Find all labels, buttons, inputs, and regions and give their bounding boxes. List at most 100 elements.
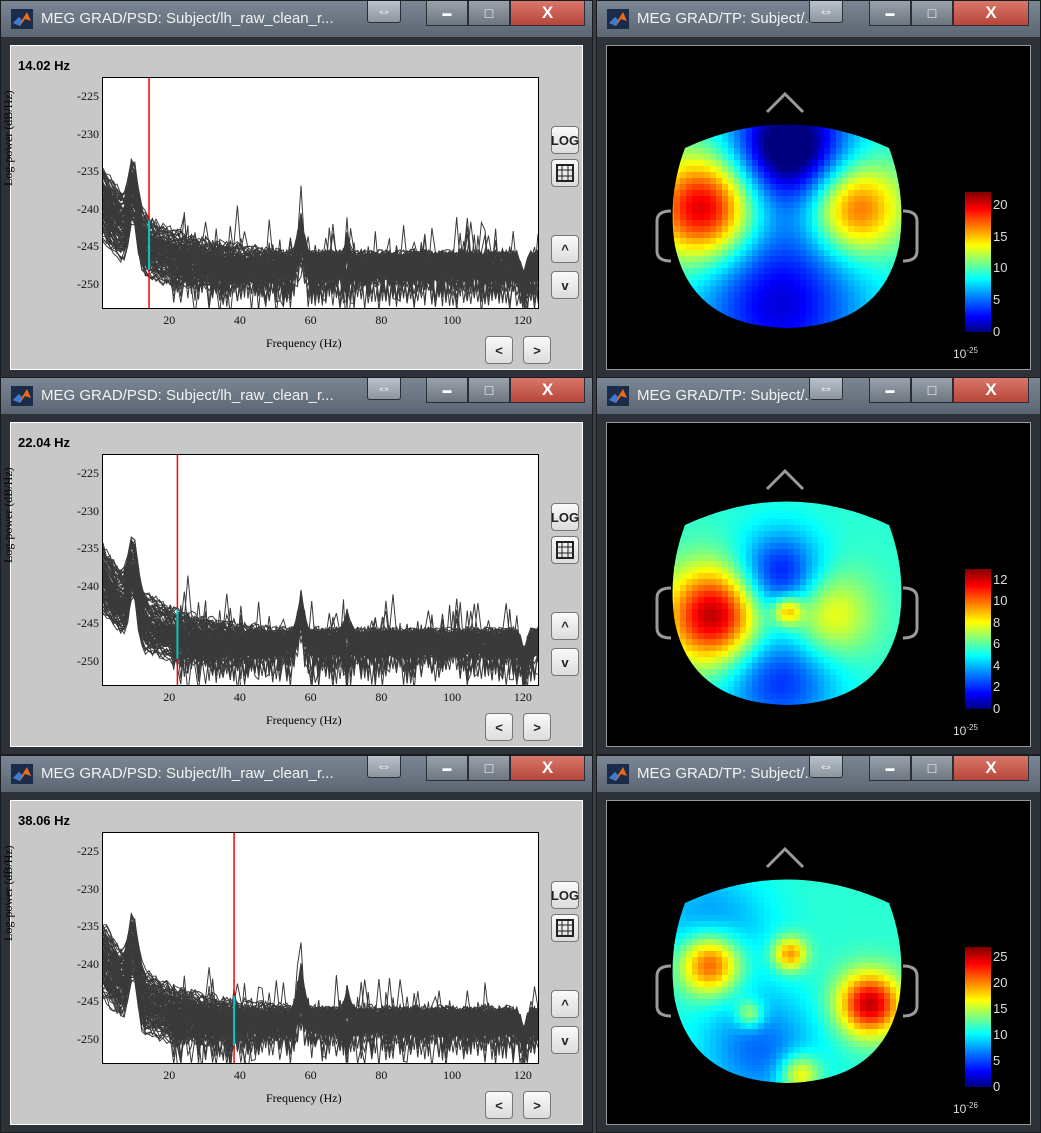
matlab-logo-icon — [607, 9, 629, 29]
grid-button[interactable] — [551, 536, 579, 564]
colorbar-tick: 5 — [993, 292, 1000, 307]
matlab-logo-icon — [607, 386, 629, 406]
close-button[interactable]: X — [953, 378, 1029, 403]
maximize-button[interactable]: □ — [911, 1, 953, 26]
psd-plot[interactable] — [102, 454, 539, 686]
dock-button[interactable]: ⇔ — [809, 378, 843, 400]
left-ear-outline — [657, 966, 671, 1016]
y-tick-label: -235 — [77, 164, 99, 179]
dock-button[interactable]: ⇔ — [367, 378, 401, 400]
topography-window: MEG GRAD/TP: Subject/... ⇔ ▬ □ X 2520151… — [596, 755, 1041, 1133]
dock-button[interactable]: ⇔ — [367, 756, 401, 778]
left-ear-outline — [657, 588, 671, 638]
close-button[interactable]: X — [510, 1, 585, 26]
scroll-up-button[interactable]: ^ — [551, 235, 579, 263]
close-button[interactable]: X — [953, 1, 1029, 26]
x-tick-label: 120 — [514, 313, 532, 328]
prev-frequency-button[interactable]: < — [485, 336, 513, 364]
grid-icon — [556, 164, 574, 182]
close-button[interactable]: X — [953, 756, 1029, 781]
log-button[interactable]: LOG — [551, 503, 579, 531]
psd-panel: 14.02 Hz Log-power (dB/Hz) -225-230-235-… — [10, 45, 583, 370]
prev-frequency-button[interactable]: < — [485, 713, 513, 741]
x-tick-label: 120 — [514, 1068, 532, 1083]
dock-button[interactable]: ⇔ — [809, 1, 843, 23]
colorbar — [965, 192, 991, 332]
colorbar-tick: 20 — [993, 975, 1007, 990]
nose-outline — [767, 471, 803, 489]
log-button[interactable]: LOG — [551, 126, 579, 154]
x-tick-label: 60 — [305, 690, 317, 705]
x-tick-label: 40 — [234, 690, 246, 705]
topography-map — [662, 861, 915, 1096]
psd-traces — [103, 78, 538, 308]
y-tick-label: -235 — [77, 541, 99, 556]
x-tick-label: 20 — [163, 690, 175, 705]
maximize-button[interactable]: □ — [911, 378, 953, 403]
scroll-down-button[interactable]: v — [551, 1026, 579, 1054]
x-axis-label: Frequency (Hz) — [266, 1091, 342, 1106]
minimize-button[interactable]: ▬ — [869, 378, 911, 403]
grid-button[interactable] — [551, 159, 579, 187]
dock-button[interactable]: ⇔ — [809, 756, 843, 778]
topography-window: MEG GRAD/TP: Subject/... ⇔ ▬ □ X 1210864… — [596, 377, 1041, 755]
close-button[interactable]: X — [510, 756, 585, 781]
scroll-down-button[interactable]: v — [551, 648, 579, 676]
minimize-button[interactable]: ▬ — [869, 1, 911, 26]
title-bar[interactable]: MEG GRAD/TP: Subject/... ⇔ ▬ □ X — [597, 378, 1040, 414]
next-frequency-button[interactable]: > — [523, 713, 551, 741]
topography-window: MEG GRAD/TP: Subject/... ⇔ ▬ □ X 2015105… — [596, 0, 1041, 378]
next-frequency-button[interactable]: > — [523, 1091, 551, 1119]
x-tick-label: 60 — [305, 1068, 317, 1083]
y-tick-label: -230 — [77, 504, 99, 519]
dock-button[interactable]: ⇔ — [367, 1, 401, 23]
psd-plot[interactable] — [102, 832, 539, 1064]
grid-button[interactable] — [551, 914, 579, 942]
topography-map — [662, 106, 915, 341]
colorbar-tick: 5 — [993, 1053, 1000, 1068]
maximize-button[interactable]: □ — [911, 756, 953, 781]
y-tick-label: -240 — [77, 202, 99, 217]
colorbar-tick: 15 — [993, 229, 1007, 244]
x-tick-label: 60 — [305, 313, 317, 328]
y-tick-label: -245 — [77, 616, 99, 631]
title-bar[interactable]: MEG GRAD/PSD: Subject/lh_raw_clean_r... … — [1, 378, 592, 414]
next-frequency-button[interactable]: > — [523, 336, 551, 364]
colorbar-tick: 0 — [993, 701, 1000, 716]
scroll-down-button[interactable]: v — [551, 271, 579, 299]
colorbar-tick: 20 — [993, 197, 1007, 212]
y-tick-label: -230 — [77, 127, 99, 142]
psd-plot[interactable] — [102, 77, 539, 309]
colorbar-tick: 0 — [993, 324, 1000, 339]
psd-window: MEG GRAD/PSD: Subject/lh_raw_clean_r... … — [0, 377, 593, 755]
maximize-button[interactable]: □ — [468, 1, 510, 26]
x-tick-label: 120 — [514, 690, 532, 705]
minimize-button[interactable]: ▬ — [426, 1, 468, 26]
title-bar[interactable]: MEG GRAD/PSD: Subject/lh_raw_clean_r... … — [1, 756, 592, 792]
left-ear-outline — [657, 211, 671, 261]
selected-frequency: 22.04 Hz — [18, 435, 70, 450]
title-bar[interactable]: MEG GRAD/TP: Subject/... ⇔ ▬ □ X — [597, 1, 1040, 37]
grid-icon — [556, 919, 574, 937]
minimize-button[interactable]: ▬ — [426, 756, 468, 781]
prev-frequency-button[interactable]: < — [485, 1091, 513, 1119]
colorbar-tick: 8 — [993, 615, 1000, 630]
topography-map — [662, 483, 915, 718]
colorbar-tick: 10 — [993, 593, 1007, 608]
minimize-button[interactable]: ▬ — [869, 756, 911, 781]
x-tick-label: 100 — [443, 1068, 461, 1083]
window-title: MEG GRAD/PSD: Subject/lh_raw_clean_r... — [41, 765, 334, 782]
close-button[interactable]: X — [510, 378, 585, 403]
x-tick-label: 80 — [375, 313, 387, 328]
minimize-button[interactable]: ▬ — [426, 378, 468, 403]
nose-outline — [767, 849, 803, 867]
title-bar[interactable]: MEG GRAD/PSD: Subject/lh_raw_clean_r... … — [1, 1, 592, 37]
maximize-button[interactable]: □ — [468, 378, 510, 403]
scroll-up-button[interactable]: ^ — [551, 612, 579, 640]
title-bar[interactable]: MEG GRAD/TP: Subject/... ⇔ ▬ □ X — [597, 756, 1040, 792]
y-axis-label: Log-power (dB/Hz) — [1, 467, 16, 563]
log-button[interactable]: LOG — [551, 881, 579, 909]
y-tick-label: -230 — [77, 882, 99, 897]
scroll-up-button[interactable]: ^ — [551, 990, 579, 1018]
maximize-button[interactable]: □ — [468, 756, 510, 781]
